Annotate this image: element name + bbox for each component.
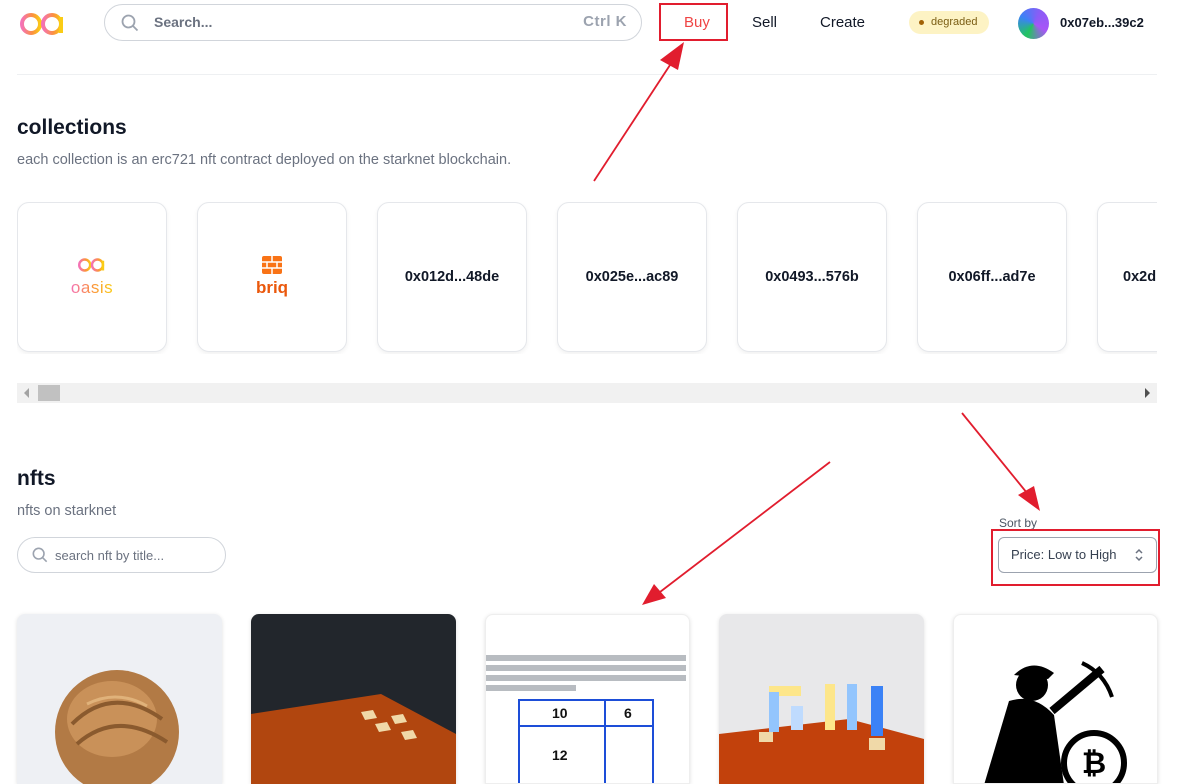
collection-card-briq[interactable]: briq xyxy=(197,202,347,352)
nft-card[interactable]: ₿ xyxy=(953,614,1158,784)
table-cell: 10 xyxy=(552,705,568,721)
nft-search-placeholder: search nft by title... xyxy=(55,548,165,563)
status-badge: degraded xyxy=(909,11,989,34)
collection-card[interactable]: 0x2d xyxy=(1097,202,1157,352)
collection-card[interactable]: 0x012d...48de xyxy=(377,202,527,352)
oasis-logo-icon[interactable] xyxy=(20,10,66,38)
bitcoin-miner-image: ₿ xyxy=(984,661,1127,783)
collection-address: 0x012d...48de xyxy=(404,269,500,285)
annotation-highlight-buy xyxy=(659,3,728,41)
nft-card[interactable] xyxy=(719,614,924,784)
collection-address: 0x06ff...ad7e xyxy=(948,269,1036,285)
voxel-blocks-image xyxy=(251,694,456,784)
math-table-image: 10 6 12 xyxy=(518,699,654,783)
collection-card[interactable]: 0x0493...576b xyxy=(737,202,887,352)
scrollbar-thumb[interactable] xyxy=(38,385,60,401)
nft-search-input[interactable]: search nft by title... xyxy=(17,537,226,573)
search-shortcut-hint: Ctrl K xyxy=(583,13,627,30)
scroll-left-icon[interactable] xyxy=(24,388,29,398)
collection-card[interactable]: 0x06ff...ad7e xyxy=(917,202,1067,352)
sort-label: Sort by xyxy=(999,516,1038,530)
collection-card[interactable]: 0x025e...ac89 xyxy=(557,202,707,352)
collections-subtitle: each collection is an erc721 nft contrac… xyxy=(17,152,512,168)
status-dot-icon xyxy=(919,20,924,25)
annotation-highlight-sort xyxy=(991,529,1160,586)
voxel-letters-image xyxy=(719,684,924,784)
collection-card-oasis[interactable]: oasis xyxy=(17,202,167,352)
collection-address: 0x2d xyxy=(1123,269,1157,285)
nft-card[interactable]: 10 6 12 xyxy=(485,614,690,784)
brick-icon xyxy=(262,256,282,274)
horizontal-scrollbar[interactable] xyxy=(17,383,1157,403)
table-cell: 6 xyxy=(624,705,632,721)
search-bar[interactable]: Search... Ctrl K xyxy=(104,4,642,41)
search-icon xyxy=(32,547,48,563)
collections-carousel: oasis briq 0x012d...48de 0x025e...ac89 0… xyxy=(17,202,1157,354)
scroll-right-icon[interactable] xyxy=(1145,388,1150,398)
svg-text:₿: ₿ xyxy=(1082,746,1106,781)
hair-bun-image xyxy=(55,670,179,784)
wallet-address[interactable]: 0x07eb...39c2 xyxy=(1060,15,1144,30)
collections-title: collections xyxy=(17,116,127,139)
search-placeholder: Search... xyxy=(154,14,213,30)
nft-card[interactable] xyxy=(17,614,222,784)
search-icon xyxy=(121,14,139,32)
collection-address: 0x0493...576b xyxy=(765,269,859,285)
table-cell: 12 xyxy=(552,747,568,763)
oasis-logo-icon xyxy=(78,258,105,272)
header-divider xyxy=(17,74,1157,75)
collection-label: oasis xyxy=(70,278,114,297)
avatar[interactable] xyxy=(1018,8,1049,39)
collection-label: briq xyxy=(255,278,289,297)
collection-address: 0x025e...ac89 xyxy=(585,269,679,285)
status-badge-label: degraded xyxy=(931,16,978,28)
nav-sell-link[interactable]: Sell xyxy=(752,14,777,31)
nav-create-link[interactable]: Create xyxy=(820,14,865,31)
nfts-title: nfts xyxy=(17,467,56,490)
nft-card[interactable] xyxy=(251,614,456,784)
nfts-subtitle: nfts on starknet xyxy=(17,503,117,519)
